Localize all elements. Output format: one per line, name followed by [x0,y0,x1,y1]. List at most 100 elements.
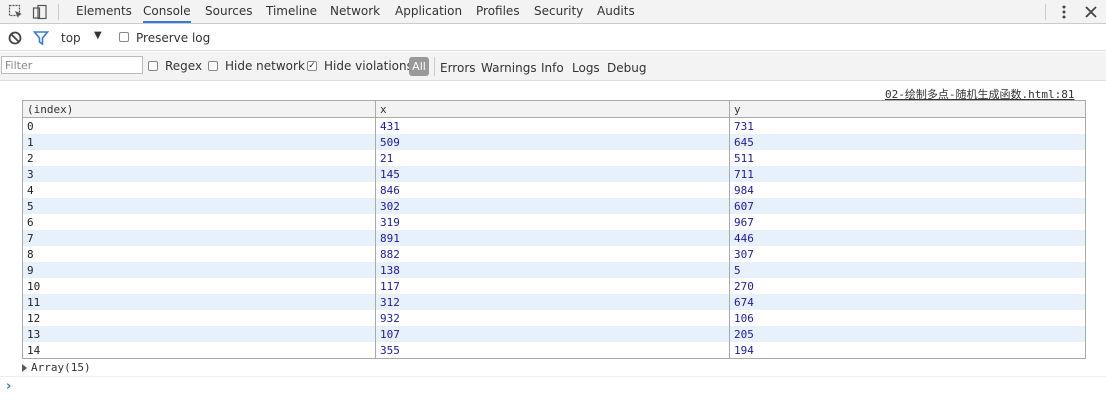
cell-y: 270 [729,278,1086,294]
cell-x: 107 [375,326,730,342]
cell-x: 932 [375,310,730,326]
prompt-divider [0,376,1106,377]
tab-security[interactable]: Security [534,0,583,23]
table-row: 4 846 984 [23,182,1086,198]
cell-x: 145 [375,166,730,182]
clear-console-icon[interactable] [7,30,23,46]
regex-label: Regex [165,59,203,73]
table-row: 7 891 446 [22,230,1086,246]
more-options-icon[interactable] [1056,4,1072,20]
preserve-log-label: Preserve log [136,31,211,45]
cell-index: 1 [22,134,376,150]
filter-icon[interactable] [32,30,50,46]
table-row: 10 117 270 [23,278,1086,294]
tab-timeline[interactable]: Timeline [266,0,317,23]
cell-index: 10 [27,279,41,293]
tab-sources[interactable]: Sources [205,0,252,23]
level-all-button[interactable]: All [409,57,429,76]
tab-network[interactable]: Network [330,0,380,23]
console-toolbar: top ▼ Preserve log [0,25,1106,51]
device-toolbar-icon[interactable] [32,4,48,20]
hide-network-checkbox[interactable] [208,61,218,71]
cell-y: 711 [729,166,1086,182]
filter-input[interactable] [1,56,143,74]
cell-y: 5 [729,262,1086,278]
cell-index: 4 [27,183,34,197]
chevron-down-icon[interactable]: ▼ [94,30,102,41]
cell-y: 446 [729,230,1086,246]
cell-x: 21 [375,150,730,166]
cell-x: 846 [375,182,730,198]
cell-y: 307 [729,246,1086,262]
table-row: 11 312 674 [22,294,1086,310]
level-debug[interactable]: Debug [607,61,646,75]
cell-y: 731 [729,117,1086,134]
inspect-element-icon[interactable] [8,4,24,20]
table-row: 0 431 731 [23,117,1086,134]
cell-index: 3 [22,166,376,182]
cell-index: 9 [22,262,376,278]
table-row: 3 145 711 [22,166,1086,182]
level-info[interactable]: Info [541,61,564,75]
array-summary-text: Array(15) [31,361,91,374]
cell-x: 312 [375,294,730,310]
cell-index: 14 [27,343,41,357]
cell-x: 891 [375,230,730,246]
table-row: 14 355 194 [23,342,1086,359]
tab-elements[interactable]: Elements [76,0,132,23]
cell-index: 8 [27,247,34,261]
toolbar-divider [58,4,59,20]
context-selector[interactable]: top [61,31,81,45]
console-prompt[interactable]: › [6,379,11,394]
cell-y: 194 [729,342,1086,359]
table-row: 13 107 205 [22,326,1086,342]
cell-index: 12 [27,311,41,325]
table-body: 0 431 731 1 509 645 2 21 511 3 145 711 4 846 984 5 302 60… [22,117,1086,359]
tab-profiles[interactable]: Profiles [476,0,520,23]
regex-checkbox[interactable] [148,61,158,71]
console-table: (index) x y 0 431 731 1 509 645 2 21 511 3 145 711 4… [22,100,1086,359]
filter-divider [434,57,435,76]
close-icon[interactable] [1083,4,1099,20]
preserve-log-checkbox[interactable] [119,32,129,42]
table-row: 1 509 645 [22,134,1086,150]
cell-index: 11 [22,294,376,310]
tab-application[interactable]: Application [395,0,462,23]
cell-index: 5 [22,198,376,214]
table-row: 9 138 5 [22,262,1086,278]
table-row: 12 932 106 [23,310,1086,326]
expand-triangle-icon[interactable] [22,364,27,372]
tab-audits[interactable]: Audits [597,0,635,23]
hide-violations-label: Hide violations [324,59,413,73]
cell-x: 431 [375,117,730,134]
cell-x: 319 [375,214,730,230]
level-errors[interactable]: Errors [440,61,476,75]
table-row: 8 882 307 [23,246,1086,262]
cell-y: 984 [729,182,1086,198]
hide-violations-checkbox[interactable]: ✓ [307,61,317,71]
column-header-index[interactable]: (index) [22,100,376,118]
table-row: 2 21 511 [23,150,1086,166]
level-logs[interactable]: Logs [572,61,600,75]
cell-x: 117 [375,278,730,294]
cell-x: 882 [375,246,730,262]
cell-y: 106 [729,310,1086,326]
cell-y: 511 [729,150,1086,166]
devtools-tab-bar: Elements Console Sources Timeline Networ… [0,0,1106,24]
level-warnings[interactable]: Warnings [481,61,537,75]
cell-y: 674 [729,294,1086,310]
cell-y: 645 [729,134,1086,150]
column-header-x[interactable]: x [375,100,730,118]
cell-x: 509 [375,134,730,150]
cell-x: 138 [375,262,730,278]
cell-y: 205 [729,326,1086,342]
cell-index: 7 [22,230,376,246]
table-header-row: (index) x y [22,100,1086,118]
cell-y: 607 [729,198,1086,214]
column-header-y[interactable]: y [729,100,1086,118]
tab-console[interactable]: Console [143,0,191,23]
cell-index: 2 [27,151,34,165]
cell-y: 967 [729,214,1086,230]
hide-network-label: Hide network [225,59,305,73]
array-summary[interactable]: Array(15) [22,361,91,374]
